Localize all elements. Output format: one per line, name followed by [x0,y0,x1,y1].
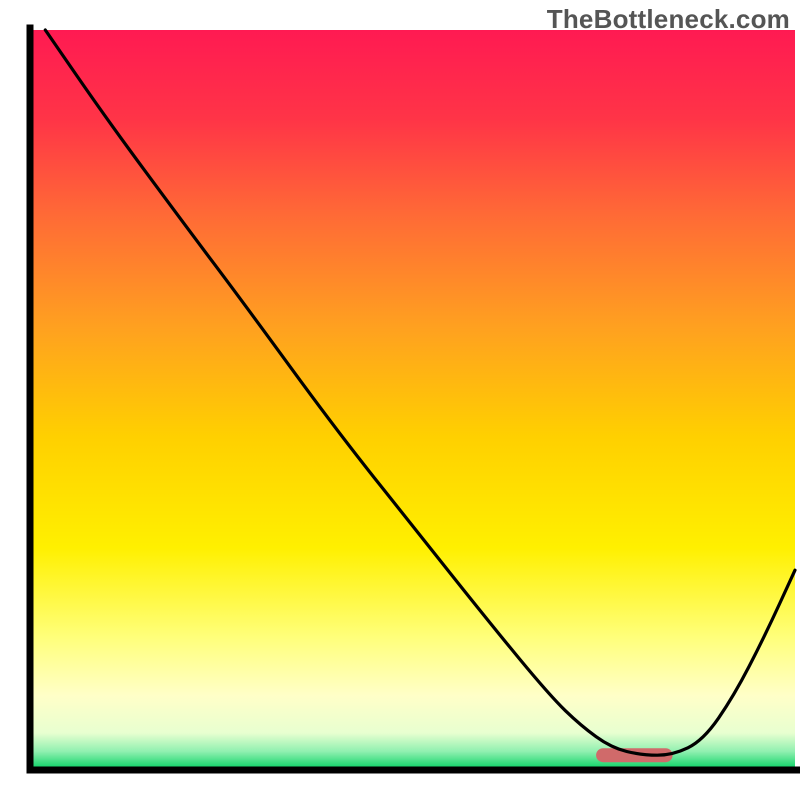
heat-gradient [30,30,795,770]
watermark-label: TheBottleneck.com [547,4,790,35]
bottleneck-chart [0,0,800,800]
chart-container: TheBottleneck.com [0,0,800,800]
